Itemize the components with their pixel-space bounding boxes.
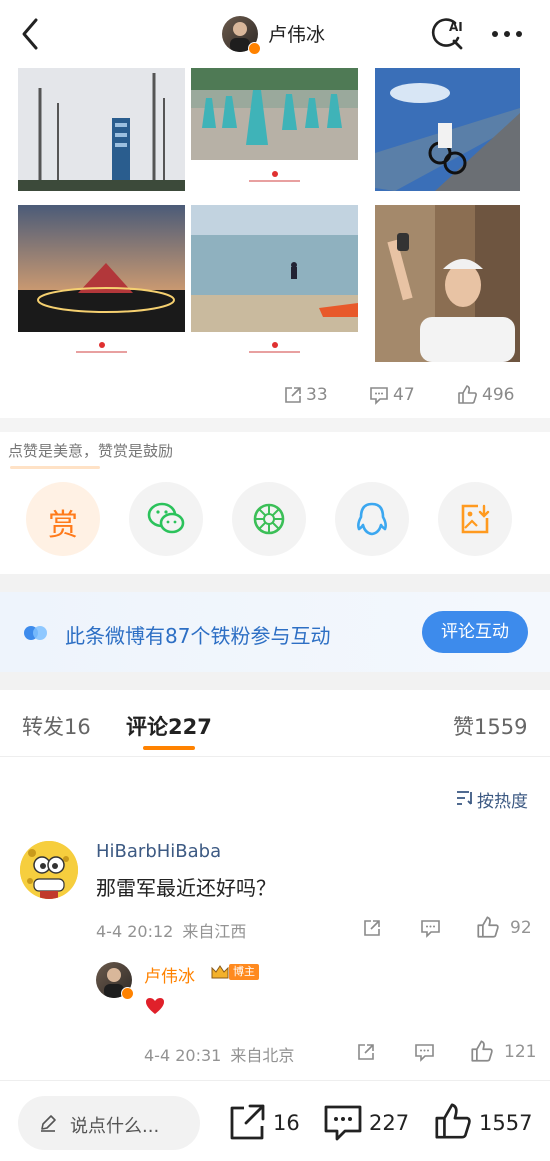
reply-like-icon[interactable]	[470, 1039, 494, 1063]
fans-banner-text: 此条微博有87个铁粉参与互动	[65, 624, 331, 648]
red-heart-icon	[144, 996, 166, 1016]
reply-meta: 4-4 20:31 来自北京	[144, 1042, 294, 1066]
reply-comment-icon[interactable]	[414, 1043, 435, 1062]
bottom-like-icon[interactable]	[433, 1100, 473, 1142]
tab-divider	[0, 756, 550, 757]
comment-count[interactable]: 47	[393, 385, 415, 405]
section-divider	[0, 672, 550, 690]
author-name[interactable]: 卢伟冰	[268, 20, 325, 47]
sort-hot-label[interactable]: 按热度	[477, 787, 528, 812]
comment-interact-button[interactable]: 评论互动	[422, 611, 528, 653]
commenter-name[interactable]: HiBarbHiBaba	[96, 841, 221, 862]
comment-time: 4-4 20:12	[96, 922, 174, 941]
comment-icon[interactable]	[369, 386, 389, 405]
tab-repost-count: 16	[64, 715, 91, 739]
like-icon[interactable]	[457, 384, 478, 405]
pencil-icon	[38, 1113, 58, 1133]
bottom-comment-icon[interactable]	[323, 1104, 363, 1142]
share-qq-button[interactable]	[335, 482, 409, 556]
comment-location: 来自江西	[182, 922, 247, 941]
tab-comment[interactable]: 评论227	[126, 711, 212, 741]
qq-icon	[357, 502, 387, 536]
reply-location: 来自北京	[230, 1046, 295, 1065]
reply-author-name[interactable]: 卢伟冰	[144, 962, 195, 987]
banner-logo-icon	[24, 624, 52, 642]
bottom-comment-count[interactable]: 227	[369, 1111, 409, 1135]
post-image-5[interactable]	[191, 205, 358, 362]
tab-like[interactable]: 赞1559	[453, 711, 527, 741]
tab-repost[interactable]: 转发16	[22, 711, 91, 741]
comment-text[interactable]: 那雷军最近还好吗？	[96, 872, 276, 901]
reply-share-icon[interactable]	[356, 1042, 376, 1062]
crown-icon	[210, 964, 230, 980]
tip-underline	[10, 466, 100, 469]
ai-search-icon[interactable]: AI	[428, 14, 468, 54]
verified-badge-icon	[248, 42, 261, 55]
active-tab-indicator	[143, 746, 195, 750]
comment-meta: 4-4 20:12 来自江西	[96, 918, 246, 942]
blogger-badge: 博主	[229, 964, 259, 980]
bottom-repost-count[interactable]: 16	[273, 1111, 300, 1135]
sort-icon[interactable]	[455, 789, 475, 807]
post-image-4[interactable]	[18, 205, 185, 362]
repost-count[interactable]: 33	[306, 385, 328, 405]
wechat-icon	[147, 502, 185, 534]
reply-time: 4-4 20:31	[144, 1046, 222, 1065]
save-image-button[interactable]	[438, 482, 512, 556]
tab-comment-label: 评论	[126, 715, 168, 739]
section-divider	[0, 418, 550, 432]
comment-like-icon[interactable]	[476, 915, 500, 939]
save-image-icon	[461, 504, 490, 534]
bottom-repost-icon[interactable]	[228, 1102, 266, 1142]
tab-repost-label: 转发	[22, 715, 64, 739]
reward-button[interactable]: 赏	[26, 482, 100, 556]
moments-icon	[253, 503, 285, 535]
tab-like-label: 赞	[453, 715, 474, 739]
comment-like-count[interactable]: 92	[510, 918, 532, 938]
reward-label: 赏	[48, 508, 78, 543]
bottom-like-count[interactable]: 1557	[479, 1111, 532, 1135]
post-image-6[interactable]	[375, 205, 520, 362]
tab-like-count: 1559	[474, 715, 528, 739]
post-image-2[interactable]	[191, 68, 358, 191]
back-arrow-icon[interactable]	[14, 14, 50, 54]
share-wechat-button[interactable]	[129, 482, 203, 556]
ai-label: AI	[449, 20, 463, 34]
share-moments-button[interactable]	[232, 482, 306, 556]
like-count[interactable]: 496	[482, 385, 514, 405]
tab-comment-count: 227	[168, 715, 212, 739]
commenter-avatar[interactable]	[20, 841, 78, 899]
more-dots-icon[interactable]	[490, 26, 526, 40]
top-bar: 卢伟冰 AI	[0, 0, 550, 66]
comment-share-icon[interactable]	[362, 918, 382, 938]
verified-badge-icon	[121, 987, 134, 1000]
post-image-1[interactable]	[18, 68, 185, 191]
comment-input-placeholder[interactable]: 说点什么...	[70, 1112, 159, 1138]
section-divider	[0, 574, 550, 592]
post-image-3[interactable]	[375, 68, 520, 191]
comment-reply-icon[interactable]	[420, 919, 441, 938]
reply-like-count[interactable]: 121	[504, 1042, 536, 1062]
repost-icon[interactable]	[283, 385, 303, 405]
